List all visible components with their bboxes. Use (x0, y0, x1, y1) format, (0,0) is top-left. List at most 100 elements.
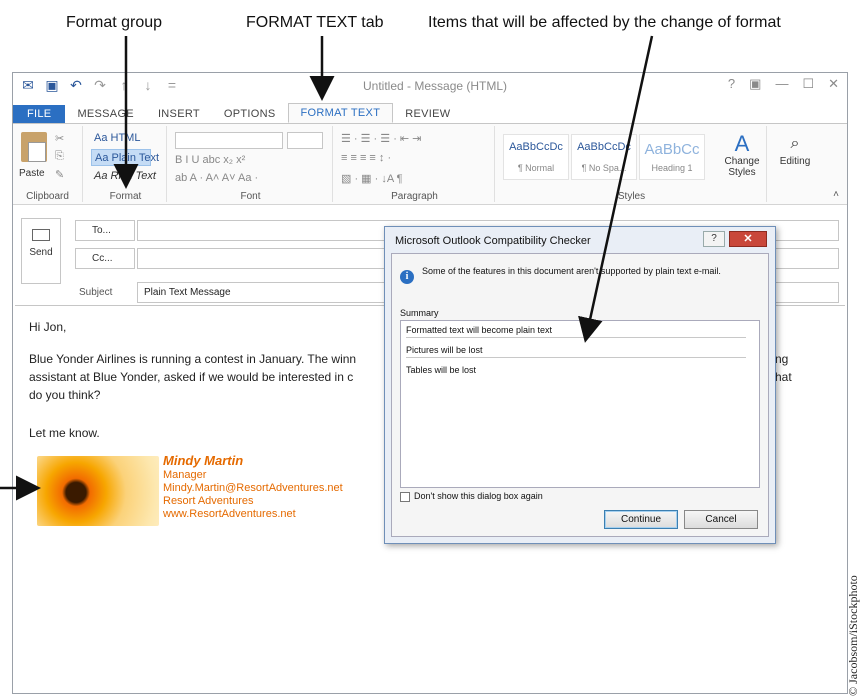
summary-item-formatted-text: Formatted text will become plain text (406, 325, 746, 338)
window-title: Untitled - Message (HTML) (363, 79, 508, 93)
close-icon[interactable]: ✕ (828, 76, 839, 92)
font-group-label: Font (240, 191, 261, 202)
style-normal[interactable]: AaBbCcDc ¶ Normal (503, 134, 569, 180)
tab-message[interactable]: MESSAGE (65, 105, 146, 123)
dialog-title: Microsoft Outlook Compatibility Checker (395, 235, 591, 247)
body-line-2-end: hat (775, 370, 792, 384)
collapse-ribbon-icon[interactable]: ˄ (833, 189, 839, 200)
body-closing: Let me know. (29, 426, 100, 440)
paragraph-group-label: Paragraph (391, 191, 438, 202)
ribbon: Paste ✂ ⎘ ✎ Clipboard Aa HTML Aa Plain T… (13, 123, 847, 205)
ribbon-display-icon[interactable]: ▣ (749, 76, 761, 92)
undo-icon[interactable]: ↶ (69, 77, 83, 94)
envelope-icon[interactable]: ✉ (21, 77, 35, 94)
style-heading-1[interactable]: AaBbCc Heading 1 (639, 134, 705, 180)
binoculars-icon: ⌕ (790, 135, 800, 152)
tab-review[interactable]: REVIEW (393, 105, 462, 123)
signature-email[interactable]: Mindy.Martin@ResortAdventures.net (163, 482, 343, 495)
tab-format-text[interactable]: FORMAT TEXT (287, 103, 394, 123)
dialog-content: i Some of the features in this document … (391, 253, 769, 537)
summary-list[interactable]: Formatted text will become plain text Pi… (400, 320, 760, 488)
summary-item-pictures: Pictures will be lost (406, 345, 746, 358)
save-icon[interactable]: ▣ (45, 77, 59, 94)
to-button[interactable]: To... (75, 220, 135, 241)
cancel-button[interactable]: Cancel (684, 510, 758, 529)
body-line-1: Blue Yonder Airlines is running a contes… (29, 352, 357, 366)
callout-items-affected: Items that will be affected by the chang… (428, 14, 781, 31)
send-label: Send (29, 247, 53, 258)
change-styles-icon: A (734, 131, 750, 156)
cc-button[interactable]: Cc... (75, 248, 135, 269)
signature-sunflower-image (37, 456, 159, 526)
style-heading-1-name: Heading 1 (651, 163, 693, 173)
signature-website[interactable]: www.ResortAdventures.net (163, 508, 343, 521)
up-arrow-icon[interactable]: ↑ (117, 77, 131, 94)
style-no-spacing-name: ¶ No Spa... (581, 163, 627, 173)
dialog-message: Some of the features in this document ar… (422, 266, 721, 276)
down-arrow-icon[interactable]: ↓ (141, 77, 155, 94)
callout-format-group: Format group (66, 14, 163, 31)
editing-button[interactable]: ⌕ Editing (773, 132, 817, 167)
shading-buttons[interactable]: ▧ · ▦ · ↓A ¶ (341, 172, 403, 185)
signature-title: Manager (163, 469, 207, 481)
align-buttons[interactable]: ≡ ≡ ≡ ≡ ↕ · (341, 152, 391, 164)
cut-icon[interactable]: ✂ (55, 132, 64, 145)
dont-show-checkbox[interactable] (400, 492, 410, 502)
editing-group: ⌕ Editing (769, 126, 819, 202)
format-rich-text-button[interactable]: Aa Rich Text (91, 168, 156, 185)
font-size-dropdown[interactable] (287, 132, 323, 149)
body-line-3: do you think? (29, 388, 101, 402)
summary-item-tables: Tables will be lost (406, 365, 477, 375)
window-controls: ? ▣ — ☐ ✕ (728, 76, 839, 92)
body-line-2: assistant at Blue Yonder, asked if we wo… (29, 370, 354, 384)
signature-block: Mindy Martin Manager Mindy.Martin@Resort… (163, 454, 343, 521)
dialog-help-button[interactable]: ? (703, 231, 725, 247)
font-name-dropdown[interactable] (175, 132, 283, 149)
quick-access-toolbar: ✉ ▣ ↶ ↷ ↑ ↓ = (21, 77, 179, 94)
send-button[interactable]: Send (21, 218, 61, 284)
font-group: B I U abc x₂ x² ab A · A˄ A˅ Aa · Font (169, 126, 333, 202)
tab-options[interactable]: OPTIONS (212, 105, 288, 123)
font-style-buttons[interactable]: B I U abc x₂ x² (175, 154, 245, 166)
callout-format-text-tab: FORMAT TEXT tab (246, 14, 384, 31)
dialog-close-button[interactable]: ✕ (729, 231, 767, 247)
ribbon-tabs: FILE MESSAGE INSERT OPTIONS FORMAT TEXT … (13, 101, 847, 123)
change-styles-label: Change Styles (724, 156, 760, 178)
tab-file[interactable]: FILE (13, 105, 66, 123)
editing-label: Editing (779, 156, 811, 167)
format-plain-text-button[interactable]: Aa Plain Text (91, 149, 159, 166)
info-icon: i (400, 270, 414, 284)
style-heading-1-sample: AaBbCc (644, 141, 700, 158)
paste-button[interactable]: Paste (19, 168, 45, 179)
format-group-label: Format (109, 191, 142, 202)
body-line-1-end: ng (775, 352, 789, 366)
help-icon[interactable]: ? (728, 76, 735, 92)
redo-icon[interactable]: ↷ (93, 77, 107, 94)
clipboard-group-label: Clipboard (26, 191, 69, 202)
dont-show-label: Don't show this dialog box again (414, 491, 543, 501)
maximize-icon[interactable]: ☐ (802, 76, 814, 92)
body-greeting: Hi Jon, (29, 320, 67, 334)
continue-button[interactable]: Continue (604, 510, 678, 529)
photo-credit: © Jacobsom/iStockphoto (846, 575, 860, 696)
title-bar: ✉ ▣ ↶ ↷ ↑ ↓ = Untitled - Message (HTML) … (13, 73, 847, 101)
compatibility-checker-dialog: Microsoft Outlook Compatibility Checker … (384, 226, 776, 544)
minimize-icon[interactable]: — (775, 76, 788, 92)
style-no-spacing[interactable]: AaBbCcDc ¶ No Spa... (571, 134, 637, 180)
paste-icon[interactable] (21, 132, 47, 162)
change-styles-button[interactable]: A Change Styles (719, 131, 765, 179)
customize-icon[interactable]: = (165, 77, 179, 94)
format-painter-icon[interactable]: ✎ (55, 168, 64, 181)
font-color-buttons[interactable]: ab A · A˄ A˅ Aa · (175, 172, 258, 184)
list-buttons[interactable]: ☰ · ☰ · ☰ · ⇤ ⇥ (341, 132, 421, 145)
format-html-button[interactable]: Aa HTML (91, 130, 151, 147)
styles-group-label: Styles (617, 191, 646, 202)
send-envelope-icon (32, 229, 50, 241)
paragraph-group: ☰ · ☰ · ☰ · ⇤ ⇥ ≡ ≡ ≡ ≡ ↕ · ▧ · ▦ · ↓A ¶… (335, 126, 495, 202)
subject-label: Subject (79, 287, 113, 298)
format-group: Aa HTML Aa Plain Text Aa Rich Text Forma… (85, 126, 167, 202)
styles-group: AaBbCcDc ¶ Normal AaBbCcDc ¶ No Spa... A… (497, 126, 767, 202)
signature-company: Resort Adventures (163, 495, 254, 507)
copy-icon[interactable]: ⎘ (55, 150, 64, 163)
tab-insert[interactable]: INSERT (146, 105, 212, 123)
